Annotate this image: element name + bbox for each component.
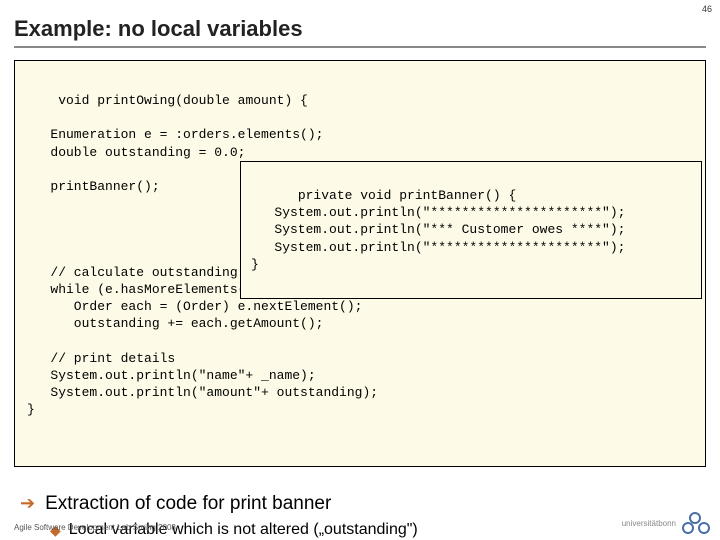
arrow-icon: ➔ — [20, 493, 35, 515]
bullet-level-1: ➔ Extraction of code for print banner — [20, 493, 706, 515]
code-overlay-box: private void printBanner() { System.out.… — [240, 161, 702, 299]
roots-logo-icon — [682, 512, 710, 534]
footer-text: Agile Software Development Lab Spring 20… — [14, 523, 176, 532]
code-overlay: private void printBanner() { System.out.… — [251, 188, 625, 272]
logo-text: universitätbonn — [622, 519, 676, 528]
bullet-list: ➔ Extraction of code for print banner ◆ … — [14, 493, 706, 539]
page-title: Example: no local variables — [14, 16, 706, 48]
code-main-box: void printOwing(double amount) { Enumera… — [14, 60, 706, 467]
footer-logo: universitätbonn — [622, 512, 710, 534]
slide: 46 Example: no local variables void prin… — [0, 0, 720, 540]
bullet-1-text: Extraction of code for print banner — [45, 493, 331, 515]
page-number: 46 — [702, 4, 712, 14]
